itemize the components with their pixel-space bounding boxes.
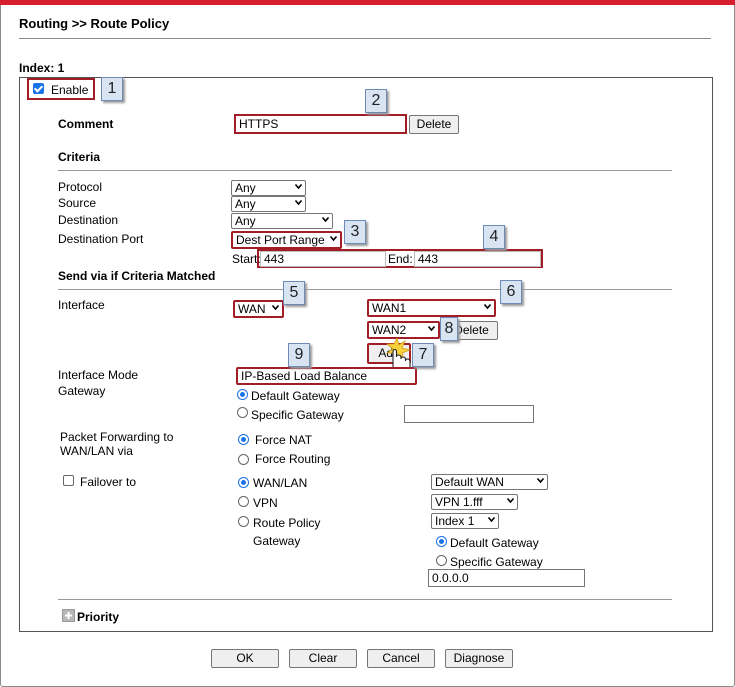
protocol-value: Any bbox=[235, 181, 256, 195]
force-nat-radio[interactable] bbox=[238, 434, 249, 445]
failover-checkbox[interactable] bbox=[63, 475, 74, 486]
send-via-heading: Send via if Criteria Matched bbox=[58, 269, 216, 283]
chevron-down-icon bbox=[322, 216, 329, 223]
force-routing-radio[interactable] bbox=[238, 454, 249, 465]
priority-label: Priority bbox=[77, 610, 120, 624]
failover-specific-gateway-radio[interactable] bbox=[436, 555, 447, 566]
policy-panel bbox=[19, 77, 713, 632]
callout-8: 8 bbox=[440, 317, 458, 341]
source-value: Any bbox=[235, 197, 256, 211]
callout-2: 2 bbox=[365, 89, 387, 113]
failover-vpn-value: VPN 1.fff bbox=[435, 495, 483, 509]
callout-5: 5 bbox=[283, 281, 305, 305]
chevron-down-icon bbox=[428, 325, 435, 332]
failover-specific-gateway-label: Specific Gateway bbox=[450, 555, 543, 569]
protocol-label: Protocol bbox=[58, 180, 103, 194]
interface-value: WAN bbox=[238, 302, 266, 316]
failover-vpn-label: VPN bbox=[253, 496, 278, 510]
chevron-down-icon bbox=[272, 304, 279, 311]
callout-3: 3 bbox=[344, 220, 366, 244]
force-nat-label: Force NAT bbox=[255, 433, 313, 447]
destination-port-select[interactable]: Dest Port Range bbox=[231, 231, 342, 249]
comment-input[interactable]: HTTPS bbox=[234, 114, 407, 134]
wan1-select[interactable]: WAN1 bbox=[367, 299, 496, 317]
failover-wanlan-radio[interactable] bbox=[238, 477, 249, 488]
packet-forwarding-label-1: Packet Forwarding to bbox=[60, 430, 174, 444]
failover-route-policy-radio[interactable] bbox=[238, 516, 249, 527]
gateway-specific-radio[interactable] bbox=[237, 407, 248, 418]
failover-index-value: Index 1 bbox=[435, 514, 475, 528]
chevron-down-icon bbox=[537, 477, 544, 484]
failover-vpn-radio[interactable] bbox=[238, 496, 249, 507]
diagnose-button[interactable]: Diagnose bbox=[445, 649, 513, 668]
gateway-default-radio[interactable] bbox=[237, 389, 248, 400]
interface-mode-value: IP-Based Load Balance bbox=[241, 369, 368, 383]
source-select[interactable]: Any bbox=[231, 196, 306, 212]
callout-9: 9 bbox=[288, 343, 310, 367]
failover-vpn-select[interactable]: VPN 1.fff bbox=[431, 494, 518, 510]
ok-button[interactable]: OK bbox=[211, 649, 279, 668]
end-label: End: bbox=[388, 252, 413, 266]
failover-index-select[interactable]: Index 1 bbox=[431, 513, 499, 529]
start-label: Start: bbox=[232, 252, 261, 266]
wan2-value: WAN2 bbox=[372, 323, 407, 337]
failover-default-gateway-radio[interactable] bbox=[436, 536, 447, 547]
chevron-down-icon bbox=[295, 183, 302, 190]
destination-port-value: Dest Port Range bbox=[236, 233, 325, 247]
port-end-input[interactable]: 443 bbox=[414, 251, 541, 267]
chevron-down-icon bbox=[484, 303, 491, 310]
failover-wan-select[interactable]: Default WAN bbox=[431, 474, 548, 490]
top-accent-bar bbox=[0, 0, 735, 5]
comment-delete-button[interactable]: Delete bbox=[409, 115, 459, 134]
chevron-down-icon bbox=[330, 235, 337, 242]
callout-4: 4 bbox=[483, 225, 505, 249]
failover-gateway-label: Gateway bbox=[253, 534, 301, 548]
destination-port-label: Destination Port bbox=[58, 232, 144, 246]
wan1-value: WAN1 bbox=[372, 301, 407, 315]
callout-7: 7 bbox=[412, 343, 434, 367]
interface-mode-select[interactable]: IP-Based Load Balance bbox=[236, 367, 417, 385]
criteria-heading: Criteria bbox=[58, 150, 101, 164]
cancel-button[interactable]: Cancel bbox=[367, 649, 435, 668]
chevron-down-icon bbox=[488, 516, 495, 523]
failover-gateway-ip-input[interactable]: 0.0.0.0 bbox=[428, 569, 585, 587]
wan2-select[interactable]: WAN2 bbox=[367, 321, 440, 339]
failover-wanlan-label: WAN/LAN bbox=[253, 476, 308, 490]
specific-gateway-input[interactable] bbox=[404, 405, 534, 423]
index-label: Index: 1 bbox=[19, 61, 65, 75]
chevron-down-icon bbox=[507, 497, 514, 504]
chevron-down-icon bbox=[295, 199, 302, 206]
header-divider bbox=[19, 38, 711, 39]
priority-divider bbox=[58, 599, 672, 600]
send-via-divider bbox=[58, 289, 672, 290]
destination-select[interactable]: Any bbox=[231, 213, 333, 229]
interface-select[interactable]: WAN bbox=[233, 300, 284, 318]
interface-label: Interface bbox=[58, 298, 105, 312]
packet-forwarding-label-2: WAN/LAN via bbox=[60, 444, 133, 458]
failover-route-policy-label: Route Policy bbox=[253, 516, 321, 530]
gateway-default-label: Default Gateway bbox=[251, 389, 340, 403]
breadcrumb: Routing >> Route Policy bbox=[19, 16, 170, 31]
protocol-select[interactable]: Any bbox=[231, 180, 306, 196]
callout-1: 1 bbox=[101, 77, 123, 101]
clear-button[interactable]: Clear bbox=[289, 649, 357, 668]
failover-wan-value: Default WAN bbox=[435, 475, 504, 489]
enable-label: Enable bbox=[51, 83, 89, 97]
gateway-specific-label: Specific Gateway bbox=[251, 408, 344, 422]
failover-label: Failover to bbox=[80, 475, 137, 489]
expand-plus-icon[interactable] bbox=[62, 609, 75, 622]
comment-label: Comment bbox=[58, 117, 114, 131]
source-label: Source bbox=[58, 196, 97, 210]
port-start-input[interactable]: 443 bbox=[260, 251, 386, 267]
failover-default-gateway-label: Default Gateway bbox=[450, 536, 539, 550]
force-routing-label: Force Routing bbox=[255, 452, 331, 466]
enable-checkbox[interactable] bbox=[33, 83, 44, 94]
destination-value: Any bbox=[235, 214, 256, 228]
criteria-divider bbox=[58, 170, 672, 171]
gateway-label: Gateway bbox=[58, 384, 106, 398]
interface-mode-label: Interface Mode bbox=[58, 368, 139, 382]
destination-label: Destination bbox=[58, 213, 119, 227]
callout-6: 6 bbox=[500, 280, 522, 304]
